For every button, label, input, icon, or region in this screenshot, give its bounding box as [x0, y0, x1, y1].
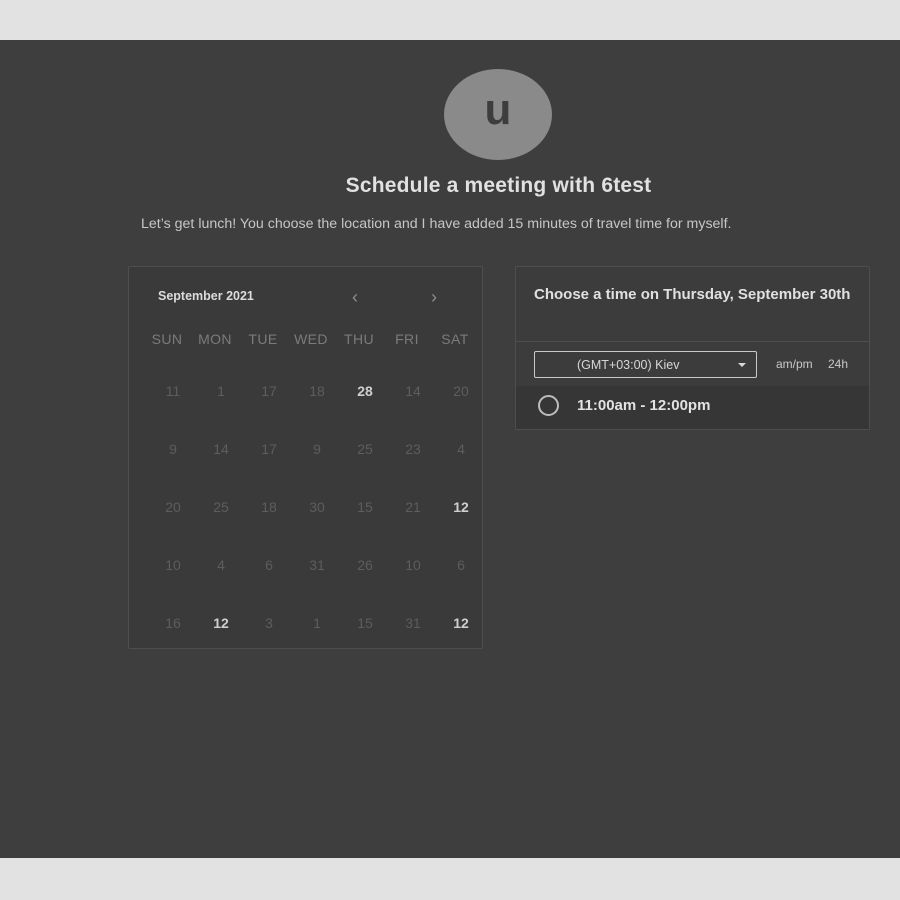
- next-month-icon[interactable]: ›: [424, 287, 444, 307]
- calendar-month-label: September 2021: [158, 289, 254, 303]
- calendar-day: 14: [213, 441, 229, 457]
- avatar: u: [444, 69, 552, 160]
- calendar-day: 15: [357, 615, 373, 631]
- calendar-day-grid: 11 1 17 18 28 14 20 9 14 17 9 25 23 4 20 25 18 30 15 21 12 10…: [149, 362, 485, 652]
- radio-button[interactable]: [538, 395, 559, 416]
- calendar-day: 11: [165, 383, 181, 399]
- calendar-day: 16: [165, 615, 181, 631]
- calendar-day: 4: [457, 441, 465, 457]
- weekday-label: WED: [294, 331, 328, 347]
- weekday-label: TUE: [248, 331, 278, 347]
- calendar-day: 1: [217, 383, 225, 399]
- calendar-day: 18: [309, 383, 325, 399]
- weekday-label: MON: [198, 331, 232, 347]
- weekday-label: SAT: [441, 331, 469, 347]
- calendar-day: 10: [405, 557, 421, 573]
- time-picker-header: Choose a time on Thursday, September 30t…: [516, 267, 869, 342]
- calendar-day: 20: [165, 499, 181, 515]
- time-slot[interactable]: 11:00am - 12:00pm: [516, 386, 869, 429]
- calendar-day: 3: [265, 615, 273, 631]
- calendar-day: 18: [261, 499, 277, 515]
- page-title: Schedule a meeting with 6test: [345, 174, 652, 197]
- calendar-weekday-header: SUN MON TUE WED THU FRI SAT: [143, 331, 479, 347]
- calendar-day-available[interactable]: 12: [437, 478, 485, 536]
- event-description: Let’s get lunch! You choose the location…: [141, 216, 732, 232]
- weekday-label: SUN: [151, 331, 183, 347]
- calendar-day-available[interactable]: 28: [341, 362, 389, 420]
- calendar-card: September 2021 ‹ › SUN MON TUE WED THU F…: [128, 266, 483, 649]
- calendar-day: 9: [169, 441, 177, 457]
- 24h-format-toggle[interactable]: 24h: [828, 357, 848, 371]
- calendar-day: 20: [453, 383, 469, 399]
- calendar-day: 4: [217, 557, 225, 573]
- timezone-select[interactable]: (GMT+03:00) Kiev: [534, 351, 757, 378]
- calendar-day: 25: [213, 499, 229, 515]
- calendar-day: 10: [165, 557, 181, 573]
- weekday-label: FRI: [395, 331, 419, 347]
- calendar-day: 30: [309, 499, 325, 515]
- calendar-day: 21: [405, 499, 421, 515]
- timezone-value: (GMT+03:00) Kiev: [577, 358, 680, 372]
- time-slot-label: 11:00am - 12:00pm: [577, 397, 711, 414]
- booking-page: u Schedule a meeting with 6test Let’s ge…: [0, 40, 900, 858]
- previous-month-icon[interactable]: ‹: [345, 287, 365, 307]
- weekday-label: THU: [344, 331, 374, 347]
- calendar-day: 17: [261, 441, 277, 457]
- calendar-day: 26: [357, 557, 373, 573]
- calendar-day: 17: [261, 383, 277, 399]
- calendar-day-available[interactable]: 12: [197, 594, 245, 652]
- calendar-day: 14: [405, 383, 421, 399]
- caret-down-icon: [738, 363, 746, 367]
- calendar-day: 25: [357, 441, 373, 457]
- avatar-letter: u: [484, 84, 512, 134]
- time-picker-card: Choose a time on Thursday, September 30t…: [515, 266, 870, 430]
- selected-date-heading: Choose a time on Thursday, September 30t…: [534, 286, 851, 303]
- calendar-day: 15: [357, 499, 373, 515]
- calendar-day: 6: [457, 557, 465, 573]
- calendar-day: 6: [265, 557, 273, 573]
- ampm-format-toggle[interactable]: am/pm: [776, 357, 813, 371]
- calendar-day: 23: [405, 441, 421, 457]
- calendar-day: 1: [313, 615, 321, 631]
- calendar-day: 31: [405, 615, 421, 631]
- calendar-day-available[interactable]: 12: [437, 594, 485, 652]
- calendar-day: 31: [309, 557, 325, 573]
- calendar-day: 9: [313, 441, 321, 457]
